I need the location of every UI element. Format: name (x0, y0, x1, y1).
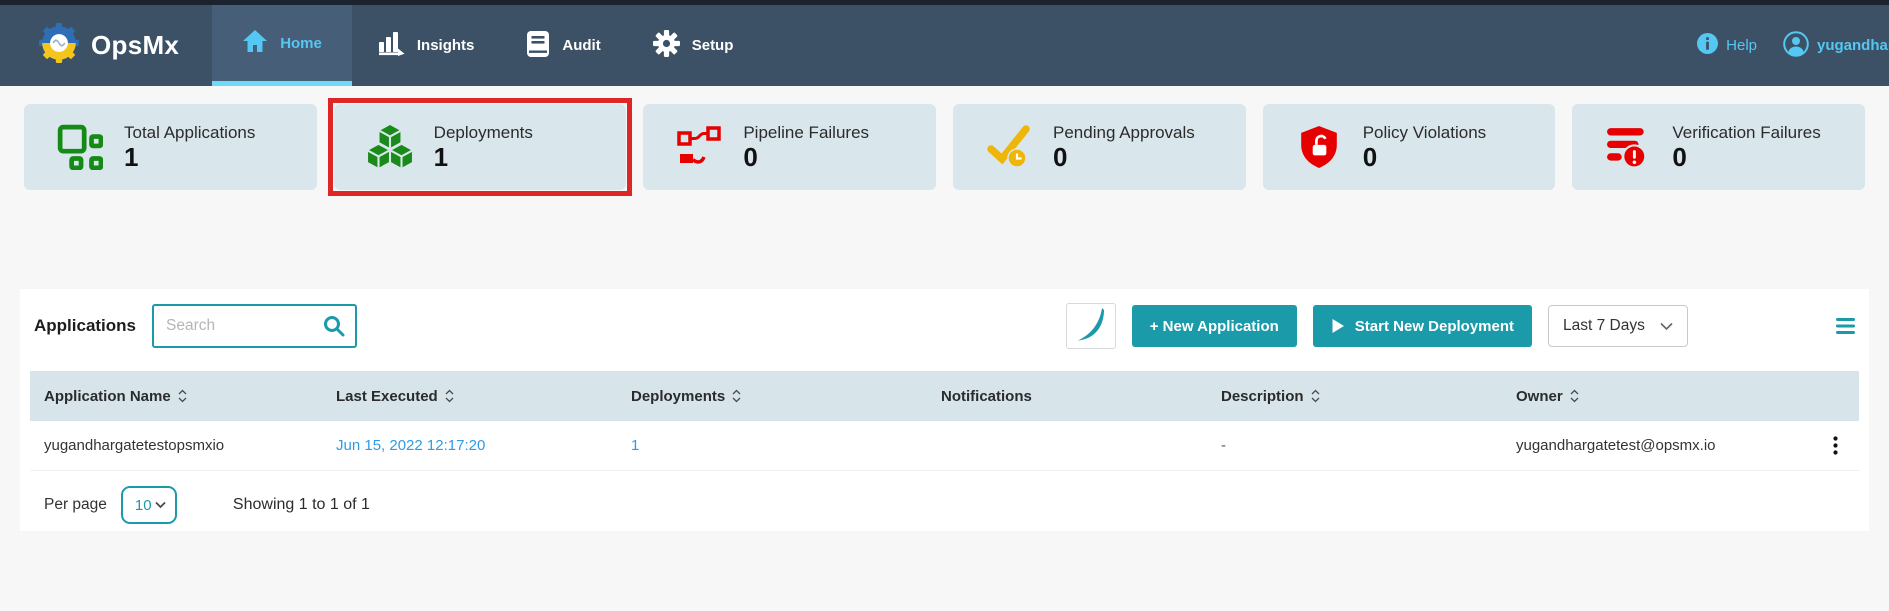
cell-deployments-link[interactable]: 1 (631, 437, 941, 454)
column-label: Deployments (631, 388, 725, 405)
stat-card-value: 0 (1672, 143, 1820, 172)
insights-icon (378, 31, 405, 60)
stat-card-label: Pending Approvals (1053, 123, 1195, 143)
stat-card-verification-failures[interactable]: Verification Failures 0 (1572, 104, 1865, 190)
top-navbar: OpsMx Home Insights (0, 5, 1889, 86)
stat-card-policy-violations[interactable]: Policy Violations 0 (1263, 104, 1556, 190)
stat-card-pipeline-failures[interactable]: Pipeline Failures 0 (643, 104, 936, 190)
cell-last-executed-link[interactable]: Jun 15, 2022 12:17:20 (336, 437, 631, 454)
stat-cards-row: Total Applications 1 (24, 104, 1865, 190)
stat-card-total-applications[interactable]: Total Applications 1 (24, 104, 317, 190)
nav-item-label: Setup (692, 37, 734, 54)
column-header-description[interactable]: Description (1221, 388, 1516, 405)
nav-item-label: Insights (417, 37, 475, 54)
chevron-down-icon (155, 501, 166, 509)
cell-application-name: yugandhargatetestopsmxio (44, 437, 336, 454)
page-summary: Showing 1 to 1 of 1 (233, 496, 370, 514)
applications-panel: Applications + New Application (20, 289, 1869, 531)
spinnaker-button[interactable] (1066, 303, 1116, 349)
applications-toolbar: Applications + New Application (20, 303, 1869, 349)
help-button[interactable]: Help (1697, 33, 1757, 58)
sort-icon[interactable] (732, 389, 741, 403)
user-avatar-icon (1783, 31, 1809, 61)
home-icon (242, 29, 268, 57)
stat-card-value: 1 (124, 143, 255, 172)
applications-title: Applications (34, 316, 136, 336)
shield-lock-icon (1295, 125, 1343, 169)
deployment-cubes-icon (366, 124, 414, 170)
toolbar-actions: + New Application Start New Deployment L… (1066, 303, 1855, 349)
new-application-label: + New Application (1150, 318, 1279, 335)
start-new-deployment-button[interactable]: Start New Deployment (1313, 305, 1532, 347)
nav-item-setup[interactable]: Setup (627, 5, 760, 86)
nav-item-home[interactable]: Home (212, 5, 352, 86)
sort-icon[interactable] (1311, 389, 1320, 403)
column-header-application-name[interactable]: Application Name (44, 388, 336, 405)
help-label: Help (1726, 37, 1757, 54)
table-row: yugandhargatetestopsmxio Jun 15, 2022 12… (30, 421, 1859, 471)
applications-grid-icon (56, 124, 104, 170)
search-icon[interactable] (323, 315, 345, 337)
stat-card-label: Verification Failures (1672, 123, 1820, 143)
navbar-right: Help yugandharg (1697, 5, 1889, 86)
pipeline-flag-icon (675, 125, 723, 169)
stat-card-label: Policy Violations (1363, 123, 1486, 143)
stat-card-value: 0 (1363, 143, 1486, 172)
column-label: Owner (1516, 388, 1563, 405)
per-page-label: Per page (44, 496, 107, 514)
nav-item-insights[interactable]: Insights (352, 5, 501, 86)
column-header-last-executed[interactable]: Last Executed (336, 388, 631, 405)
chevron-down-icon (1660, 322, 1673, 331)
nav-item-label: Audit (562, 37, 600, 54)
row-actions-kebab-icon[interactable] (1811, 436, 1859, 455)
audit-icon (526, 30, 550, 62)
stat-card-label: Pipeline Failures (743, 123, 869, 143)
play-icon (1331, 318, 1345, 334)
help-info-icon (1697, 33, 1718, 58)
cell-description: - (1221, 437, 1516, 454)
stat-card-label: Total Applications (124, 123, 255, 143)
user-menu[interactable]: yugandharg (1783, 31, 1889, 61)
sort-icon[interactable] (178, 389, 187, 403)
stat-card-pending-approvals[interactable]: Pending Approvals 0 (953, 104, 1246, 190)
username: yugandharg (1817, 37, 1889, 54)
cell-owner: yugandhargatetest@opsmx.io (1516, 437, 1811, 454)
setup-gear-icon (653, 30, 680, 61)
nav-item-audit[interactable]: Audit (500, 5, 626, 86)
applications-table: Application Name Last Executed Deploymen… (30, 371, 1859, 471)
sort-icon[interactable] (1570, 389, 1579, 403)
new-application-button[interactable]: + New Application (1132, 305, 1297, 347)
column-header-notifications[interactable]: Notifications (941, 388, 1221, 405)
stat-card-label: Deployments (434, 123, 533, 143)
column-header-owner[interactable]: Owner (1516, 388, 1811, 405)
opsmx-logo-icon (38, 22, 80, 69)
date-filter-value: Last 7 Days (1563, 317, 1645, 335)
search-box (152, 304, 357, 348)
stat-card-value: 0 (1053, 143, 1195, 172)
stat-card-value: 1 (434, 143, 533, 172)
brand-name: OpsMx (91, 30, 179, 61)
per-page-value: 10 (135, 497, 152, 514)
spinnaker-sail-icon (1074, 306, 1108, 347)
stat-card-value: 0 (743, 143, 869, 172)
nav-tabs: Home Insights (212, 5, 759, 86)
brand[interactable]: OpsMx (0, 5, 212, 86)
list-alert-icon (1604, 125, 1652, 169)
nav-item-label: Home (280, 35, 322, 52)
pagination-bar: Per page 10 Showing 1 to 1 of 1 (44, 483, 1869, 527)
column-header-deployments[interactable]: Deployments (631, 388, 941, 405)
start-new-deployment-label: Start New Deployment (1355, 318, 1514, 335)
column-label: Last Executed (336, 388, 438, 405)
check-clock-icon (985, 125, 1033, 169)
table-header-row: Application Name Last Executed Deploymen… (30, 371, 1859, 421)
column-label: Description (1221, 388, 1304, 405)
per-page-select[interactable]: 10 (121, 486, 177, 524)
date-filter-select[interactable]: Last 7 Days (1548, 305, 1688, 347)
stat-card-deployments[interactable]: Deployments 1 (334, 104, 627, 190)
menu-hamburger-icon[interactable] (1836, 318, 1855, 334)
column-label: Application Name (44, 388, 171, 405)
column-label: Notifications (941, 388, 1032, 405)
sort-icon[interactable] (445, 389, 454, 403)
search-input[interactable] (154, 317, 323, 335)
